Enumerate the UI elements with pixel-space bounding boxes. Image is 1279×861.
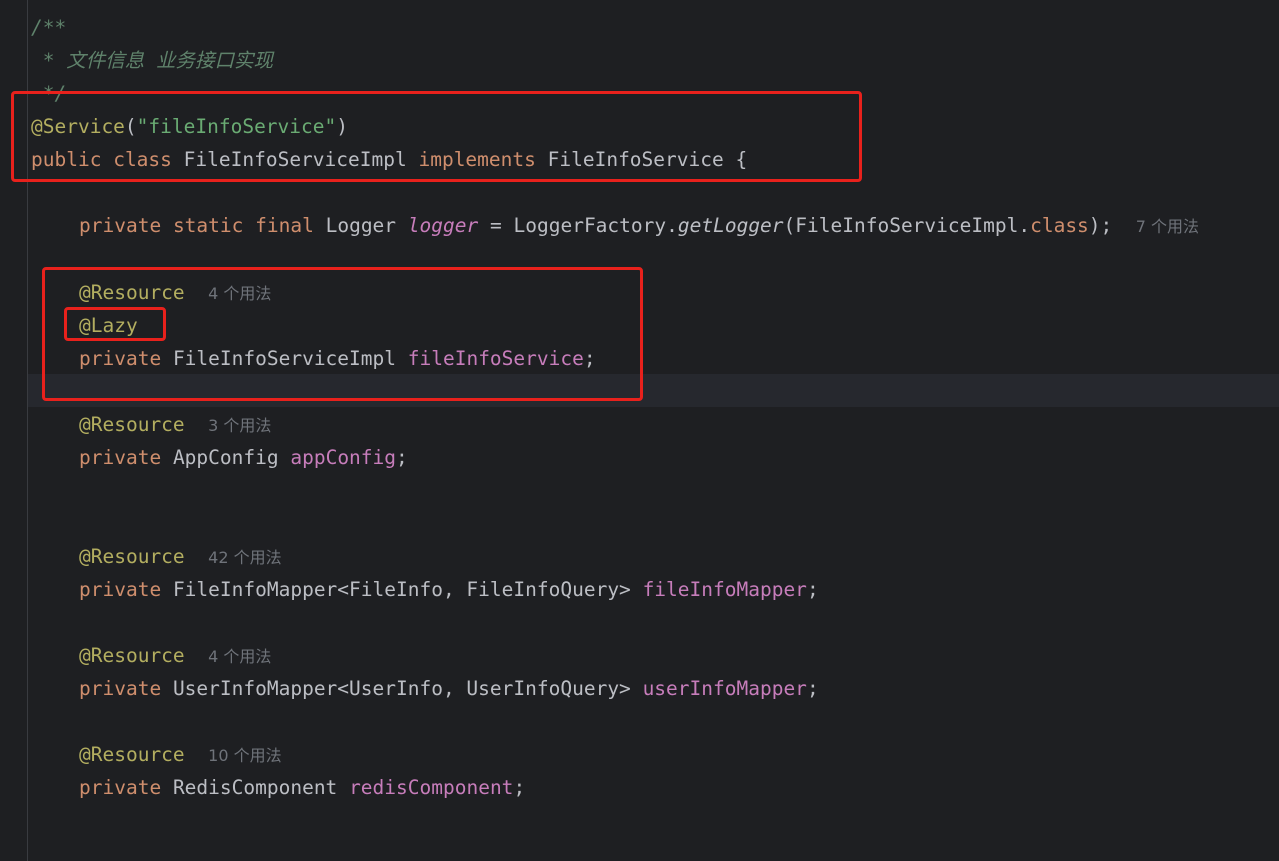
field-annotation-line: @Resource 10 个用法: [79, 743, 282, 766]
highlight-box-lazy-annotation: [64, 307, 166, 341]
usages-hint[interactable]: 42 个用法: [208, 548, 281, 567]
highlight-box-class-declaration: [11, 91, 862, 182]
field-declaration-line: private FileInfoMapper<FileInfo, FileInf…: [79, 578, 819, 601]
logger-field-line: private static final Logger logger = Log…: [79, 214, 1200, 237]
doc-comment-body: * 文件信息 业务接口实现: [31, 49, 273, 72]
field-name: redisComponent: [349, 776, 514, 799]
field-declaration-line: private AppConfig appConfig;: [79, 446, 408, 469]
field-declaration-line: private RedisComponent redisComponent;: [79, 776, 526, 799]
field-declaration-line: private UserInfoMapper<UserInfo, UserInf…: [79, 677, 819, 700]
doc-comment-open: /**: [31, 16, 67, 39]
usages-hint[interactable]: 4 个用法: [208, 647, 271, 666]
field-annotation-line: @Resource 4 个用法: [79, 644, 272, 667]
field-name: fileInfoMapper: [642, 578, 807, 601]
usages-hint[interactable]: 10 个用法: [208, 746, 281, 765]
field-annotation-line: @Resource 42 个用法: [79, 545, 282, 568]
usages-hint[interactable]: 7 个用法: [1136, 217, 1199, 236]
usages-hint[interactable]: 3 个用法: [208, 416, 271, 435]
logger-field-name: logger: [407, 214, 479, 237]
field-name: userInfoMapper: [642, 677, 807, 700]
field-name: appConfig: [290, 446, 397, 469]
field-annotation-line: @Resource 3 个用法: [79, 413, 272, 436]
